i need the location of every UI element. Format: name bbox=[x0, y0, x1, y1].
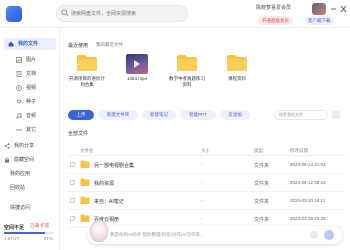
recent-item[interactable]: 开源项目的进阶计划合集 bbox=[68, 54, 106, 96]
microphone-icon[interactable] bbox=[310, 231, 318, 239]
folder-icon bbox=[177, 55, 197, 71]
column-type[interactable]: 类型 bbox=[254, 148, 263, 154]
sidebar: 我的文件 图片 文档 视频 种子 音频 其它 我的分享 隐藏空间 我的应用 回收… bbox=[0, 28, 60, 250]
sidebar-item-docs[interactable]: 文档 bbox=[4, 68, 56, 80]
recent-toggle[interactable]: 我的最近文件 bbox=[96, 42, 123, 48]
column-size[interactable]: 大小 bbox=[201, 148, 210, 154]
username[interactable]: 陈晓梦喜爱会员 bbox=[256, 4, 291, 11]
all-files-title: 全部文件 bbox=[68, 131, 89, 137]
folder-icon bbox=[80, 160, 90, 168]
file-table-header: 文件名 大小 类型 修改日期 bbox=[68, 144, 346, 156]
row-checkbox[interactable] bbox=[70, 162, 75, 167]
ai-assistant-input[interactable]: 我是你的AI助手 帮你整理/问答/创作/AI写作等… bbox=[110, 232, 205, 238]
window-controls-icon[interactable] bbox=[330, 4, 348, 14]
storage-progress-fill bbox=[4, 232, 45, 234]
storage-expand-badge[interactable]: 已满 扩容 bbox=[30, 223, 49, 229]
row-checkbox[interactable] bbox=[70, 180, 75, 185]
column-name[interactable]: 文件名 bbox=[80, 148, 94, 154]
recent-item[interactable]: 数学中考真题练习资料 bbox=[168, 54, 206, 96]
sidebar-item-audio[interactable]: 音频 bbox=[4, 110, 56, 122]
bt-icon bbox=[16, 99, 22, 104]
image-icon bbox=[16, 57, 22, 63]
sidebar-item-my-files[interactable]: 我的文件 bbox=[4, 38, 56, 50]
folder-icon bbox=[80, 196, 90, 204]
new-folder-button[interactable]: 新建文件夹 bbox=[98, 110, 138, 120]
assistant-mascot-icon[interactable] bbox=[90, 220, 108, 242]
sidebar-item-torrents[interactable]: 种子 bbox=[4, 96, 56, 108]
sidebar-item-other[interactable]: 其它 bbox=[4, 124, 56, 136]
sidebar-item-recycle-bin[interactable]: 回收站 bbox=[4, 182, 56, 194]
sidebar-item-my-apps[interactable]: 我的应用 bbox=[4, 168, 56, 180]
file-filter-input[interactable]: 搜索我的文件 bbox=[274, 110, 328, 120]
lock-icon bbox=[5, 157, 9, 163]
send-icon[interactable] bbox=[324, 230, 334, 240]
view-toggle-icon[interactable] bbox=[332, 111, 340, 119]
app-logo[interactable] bbox=[6, 6, 22, 22]
row-checkbox[interactable] bbox=[70, 216, 75, 221]
sidebar-item-hidden-space[interactable]: 隐藏空间 bbox=[4, 154, 56, 166]
storage-used-text: 1.6T/2T bbox=[4, 236, 20, 241]
cloud-add-button[interactable]: 云添加 bbox=[220, 110, 250, 120]
video-thumbnail bbox=[126, 54, 148, 74]
new-note-button[interactable]: 新建笔记 bbox=[142, 110, 176, 120]
upload-button[interactable]: 上传 bbox=[68, 110, 94, 120]
recent-section-title: 最近使用 bbox=[68, 43, 89, 49]
table-row[interactable]: 另一部电视剧合集 - 文件夹 2023-06-14 21:03 bbox=[68, 156, 346, 174]
sidebar-item-videos[interactable]: 视频 bbox=[4, 82, 56, 94]
ai-assistant-bar[interactable]: 我是你的AI助手 帮你整理/问答/创作/AI写作等… bbox=[88, 226, 342, 244]
table-row[interactable]: 我的资源 - 文件夹 2023-06-12 08:24 bbox=[68, 174, 346, 192]
client-download-button[interactable]: 客户端下载 bbox=[305, 16, 334, 25]
avatar[interactable] bbox=[312, 3, 326, 15]
storage-percent-text: 81% bbox=[44, 236, 54, 241]
global-search[interactable] bbox=[56, 5, 188, 22]
folder-icon bbox=[80, 178, 90, 186]
search-icon bbox=[61, 9, 69, 17]
storage-label: 空间不足 bbox=[4, 225, 25, 231]
video-icon bbox=[16, 85, 22, 91]
doc-icon bbox=[16, 71, 22, 77]
storage-progress-bar bbox=[4, 232, 54, 234]
sidebar-item-my-share[interactable]: 我的分享 bbox=[4, 140, 56, 152]
more-icon bbox=[16, 129, 22, 131]
folder-icon bbox=[77, 55, 97, 71]
folder-icon bbox=[80, 214, 90, 222]
folder-icon bbox=[227, 55, 247, 71]
sidebar-item-quick-access[interactable]: 快捷访问 bbox=[4, 202, 56, 214]
recent-item[interactable]: 1454.mp4 bbox=[118, 54, 156, 96]
main-content: 最近使用 我的最近文件 开源项目的进阶计划合集 1454.mp4 数学中考真题练… bbox=[60, 28, 350, 250]
smart-ppt-button[interactable]: 智能PPT bbox=[180, 110, 216, 120]
vip-button[interactable]: 开通超级会员 bbox=[258, 16, 293, 25]
sidebar-item-images[interactable]: 图片 bbox=[4, 54, 56, 66]
row-checkbox[interactable] bbox=[70, 198, 75, 203]
table-row[interactable]: 来自：AI笔记 - 文件夹 2023-03-20 19:11 bbox=[68, 192, 346, 210]
share-icon bbox=[4, 143, 10, 149]
recent-item[interactable]: 课程资料 bbox=[218, 54, 256, 96]
top-bar: 陈晓梦喜爱会员 开通超级会员 客户端下载 bbox=[0, 0, 350, 28]
home-icon bbox=[8, 41, 14, 47]
search-input[interactable] bbox=[71, 8, 181, 20]
column-date[interactable]: 修改日期 bbox=[290, 148, 308, 154]
audio-icon bbox=[16, 113, 22, 119]
